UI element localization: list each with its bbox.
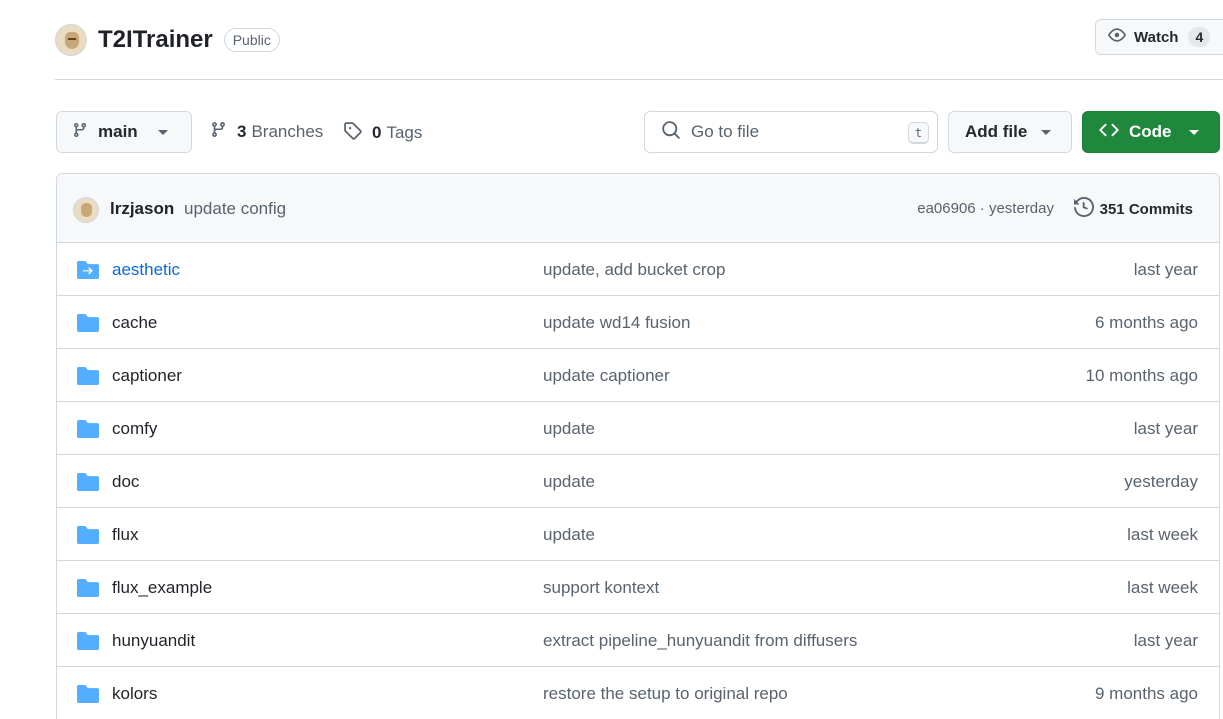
file-row[interactable]: doc update yesterday [57,455,1219,508]
branches-count: 3 [237,122,247,141]
code-icon [1099,120,1119,145]
file-commit-message[interactable]: update captioner [543,366,670,386]
commit-author-avatar[interactable] [73,197,99,223]
file-name[interactable]: doc [112,472,139,492]
file-commit-message[interactable]: restore the setup to original repo [543,684,788,704]
file-row[interactable]: flux_example support kontext last week [57,561,1219,614]
folder-icon [77,314,99,337]
commits-count-label: 351 Commits [1099,200,1193,218]
go-to-file-input[interactable]: Go to file t [644,111,938,153]
tags-count: 0 [372,123,382,142]
file-row[interactable]: cache update wd14 fusion 6 months ago [57,296,1219,349]
folder-icon [77,526,99,549]
file-commit-date: last year [1133,419,1198,438]
search-icon [661,120,681,145]
file-commit-date: 10 months ago [1085,366,1198,385]
file-row[interactable]: aesthetic update, add bucket crop last yea… [57,243,1219,296]
file-list: aesthetic update, add bucket crop last yea… [57,243,1219,719]
tags-label: Tags [386,123,423,142]
file-commit-date: last year [1133,631,1198,650]
folder-icon [77,367,99,390]
file-name[interactable]: hunyuandit [112,631,195,651]
keyboard-shortcut-hint: t [908,122,929,144]
file-name[interactable]: cache [112,313,157,333]
commits-link[interactable]: 351 Commits [1073,196,1193,221]
file-table: lrzjason update config ea06906 · yesterd… [56,173,1220,719]
file-name[interactable]: flux [112,525,138,545]
file-row[interactable]: comfy update last year [57,402,1219,455]
branches-label: Branches [251,122,324,141]
eye-icon [1108,26,1126,48]
code-button[interactable]: Code [1082,111,1220,153]
file-commit-message[interactable]: support kontext [543,578,659,598]
file-name[interactable]: aesthetic [112,260,180,280]
file-commit-message[interactable]: update [543,419,595,439]
folder-icon [77,473,99,496]
folder-icon [77,579,99,602]
folder-icon [77,685,99,708]
chevron-down-icon [1041,129,1052,135]
file-commit-message[interactable]: extract pipeline_hunyuandit from diffuse… [543,631,857,651]
file-commit-message[interactable]: update wd14 fusion [543,313,690,333]
file-commit-date: yesterday [1124,472,1198,491]
add-file-button[interactable]: Add file [948,111,1072,153]
history-icon [1073,196,1094,221]
tags-link[interactable]: 0 Tags [343,121,422,145]
file-commit-message[interactable]: update [543,525,595,545]
git-branch-icon [210,121,227,143]
file-name[interactable]: comfy [112,419,157,439]
file-row[interactable]: hunyuandit extract pipeline_hunyuandit fr… [57,614,1219,667]
commit-hash-time[interactable]: ea06906 · yesterday [917,200,1054,217]
latest-commit-bar: lrzjason update config ea06906 · yesterd… [57,174,1219,243]
file-row[interactable]: flux update last week [57,508,1219,561]
file-commit-date: last year [1133,260,1198,279]
add-file-label: Add file [965,122,1028,141]
file-commit-message[interactable]: update [543,472,595,492]
file-name[interactable]: kolors [112,684,157,704]
tag-icon [343,121,362,145]
file-row[interactable]: captioner update captioner 10 months ago [57,349,1219,402]
file-name[interactable]: flux_example [112,578,212,598]
watch-button[interactable]: Watch 4 [1095,19,1223,55]
header-divider [55,79,1223,80]
branch-selector[interactable]: main [56,111,192,153]
git-branch-icon [72,122,88,143]
owner-avatar[interactable] [55,24,87,56]
submodule-folder-icon [77,261,99,284]
branches-link[interactable]: 3 Branches [210,121,323,143]
file-commit-date: last week [1127,525,1198,544]
file-commit-date: 6 months ago [1094,313,1198,332]
file-commit-date: 9 months ago [1094,684,1198,703]
code-label: Code [1129,122,1172,141]
file-row[interactable]: kolors restore the setup to original repo… [57,667,1219,719]
file-commit-date: last week [1127,578,1198,597]
file-commit-message[interactable]: update, add bucket crop [543,260,725,280]
search-placeholder: Go to file [691,122,760,141]
watch-label: Watch [1134,28,1179,46]
branch-name: main [98,122,138,141]
visibility-badge: Public [223,28,280,52]
commit-author[interactable]: lrzjason [110,199,174,219]
repo-title[interactable]: T2ITrainer [98,26,213,54]
watch-count: 4 [1188,27,1211,47]
folder-icon [77,420,99,443]
repo-header: T2ITrainer Public [55,22,280,58]
commit-message[interactable]: update config [184,199,286,219]
chevron-down-icon [157,129,168,135]
file-name[interactable]: captioner [112,366,182,386]
folder-icon [77,632,99,655]
chevron-down-icon [1188,129,1199,135]
